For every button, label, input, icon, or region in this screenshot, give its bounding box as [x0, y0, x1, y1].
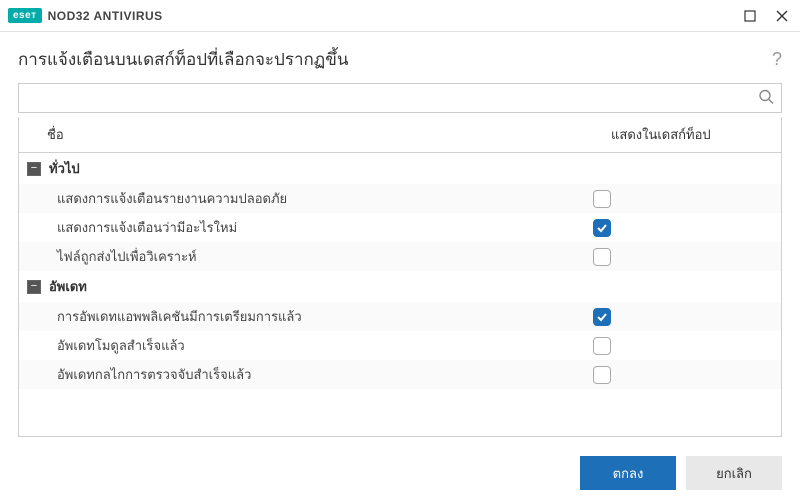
- page-title: การแจ้งเตือนบนเดสก์ท็อปที่เลือกจะปรากฏขึ…: [18, 46, 348, 73]
- item-row: แสดงการแจ้งเตือนว่ามีอะไรใหม่: [19, 213, 781, 242]
- close-button[interactable]: [772, 6, 792, 26]
- brand-product: NOD32 ANTIVIRUS: [48, 9, 163, 23]
- item-checkbox-cell: [593, 190, 773, 208]
- item-checkbox-cell: [593, 248, 773, 266]
- window-controls: [740, 6, 792, 26]
- checkbox[interactable]: [593, 337, 611, 355]
- item-row: อัพเดทกลไกการตรวจจับสำเร็จแล้ว: [19, 360, 781, 389]
- checkbox[interactable]: [593, 190, 611, 208]
- item-label: แสดงการแจ้งเตือนรายงานความปลอดภัย: [27, 188, 593, 209]
- item-label: การอัพเดทแอพพลิเคชันมีการเตรียมการแล้ว: [27, 306, 593, 327]
- item-row: ไฟล์ถูกส่งไปเพื่อวิเคราะห์: [19, 242, 781, 271]
- ok-button[interactable]: ตกลง: [580, 456, 676, 490]
- search-wrap: [18, 83, 782, 113]
- checkbox[interactable]: [593, 248, 611, 266]
- cancel-button[interactable]: ยกเลิก: [686, 456, 782, 490]
- item-checkbox-cell: [593, 308, 773, 326]
- table-header: ชื่อ แสดงในเดสก์ท็อป: [19, 117, 781, 153]
- search-input[interactable]: [18, 83, 782, 113]
- item-checkbox-cell: [593, 219, 773, 237]
- column-show[interactable]: แสดงในเดสก์ท็อป: [601, 117, 781, 152]
- collapse-toggle[interactable]: −: [27, 280, 41, 294]
- item-label: อัพเดทกลไกการตรวจจับสำเร็จแล้ว: [27, 364, 593, 385]
- item-row: อัพเดทโมดูลสำเร็จแล้ว: [19, 331, 781, 360]
- group-label: ทั่วไป: [49, 158, 80, 179]
- item-checkbox-cell: [593, 337, 773, 355]
- collapse-toggle[interactable]: −: [27, 162, 41, 176]
- checkbox[interactable]: [593, 366, 611, 384]
- brand: eseт NOD32 ANTIVIRUS: [8, 8, 163, 23]
- help-button[interactable]: ?: [772, 49, 782, 70]
- titlebar: eseт NOD32 ANTIVIRUS: [0, 0, 800, 32]
- item-label: ไฟล์ถูกส่งไปเพื่อวิเคราะห์: [27, 246, 593, 267]
- footer: ตกลง ยกเลิก: [0, 446, 800, 500]
- item-checkbox-cell: [593, 366, 773, 384]
- item-label: อัพเดทโมดูลสำเร็จแล้ว: [27, 335, 593, 356]
- maximize-button[interactable]: [740, 6, 760, 26]
- checkbox[interactable]: [593, 219, 611, 237]
- header: การแจ้งเตือนบนเดสก์ท็อปที่เลือกจะปรากฏขึ…: [0, 32, 800, 83]
- notification-table: ชื่อ แสดงในเดสก์ท็อป −ทั่วไปแสดงการแจ้งเ…: [18, 117, 782, 437]
- item-label: แสดงการแจ้งเตือนว่ามีอะไรใหม่: [27, 217, 593, 238]
- column-name[interactable]: ชื่อ: [19, 117, 601, 152]
- group-row: −ทั่วไป: [19, 153, 781, 184]
- brand-logo: eseт: [8, 8, 42, 23]
- item-row: การอัพเดทแอพพลิเคชันมีการเตรียมการแล้ว: [19, 302, 781, 331]
- group-label: อัพเดท: [49, 276, 87, 297]
- table-body: −ทั่วไปแสดงการแจ้งเตือนรายงานความปลอดภัย…: [19, 153, 781, 389]
- content: ชื่อ แสดงในเดสก์ท็อป −ทั่วไปแสดงการแจ้งเ…: [0, 83, 800, 437]
- checkbox[interactable]: [593, 308, 611, 326]
- group-row: −อัพเดท: [19, 271, 781, 302]
- item-row: แสดงการแจ้งเตือนรายงานความปลอดภัย: [19, 184, 781, 213]
